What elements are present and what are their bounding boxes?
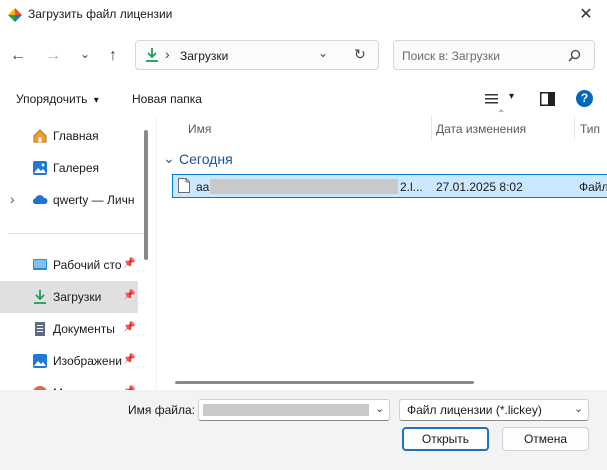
file-name-start: аа <box>196 180 210 194</box>
sidebar-item-pictures[interactable]: Изображени 📌 <box>0 345 138 377</box>
title-bar: Загрузить файл лицензии ✕ <box>0 0 607 30</box>
preview-pane-icon[interactable] <box>540 92 555 106</box>
window-title: Загрузить файл лицензии <box>28 7 173 21</box>
filename-dropdown-icon[interactable]: ⌄ <box>375 402 384 415</box>
organize-label: Упорядочить <box>16 92 88 106</box>
sidebar-item-label: Главная <box>53 129 99 143</box>
forward-button[interactable]: → <box>41 44 65 68</box>
redacted-block <box>210 179 398 194</box>
chevron-down-icon: ⌄ <box>574 403 584 415</box>
pin-icon: 📌 <box>123 258 136 269</box>
sidebar-item-desktop[interactable]: Рабочий сто 📌 <box>0 249 138 281</box>
column-separator[interactable] <box>431 116 432 140</box>
column-header-date[interactable]: Дата изменения <box>436 122 526 136</box>
sidebar-item-onedrive[interactable]: › qwerty — Личн <box>0 184 138 216</box>
pin-icon: 📌 <box>123 354 136 365</box>
pin-icon: 📌 <box>123 290 136 301</box>
search-box[interactable]: Поиск в: Загрузки <box>393 40 595 70</box>
address-dropdown-button[interactable]: ⌄ <box>318 46 328 60</box>
organize-caret-icon: ▾ <box>93 95 99 106</box>
pictures-icon <box>33 354 47 368</box>
organize-button[interactable]: Упорядочить ▾ <box>16 92 99 106</box>
scrollbar-thumb[interactable] <box>175 381 474 384</box>
redacted-block <box>203 404 369 416</box>
cancel-button[interactable]: Отмена <box>502 427 589 451</box>
sidebar-item-music[interactable]: М 📌 <box>0 377 138 390</box>
sidebar-divider <box>8 233 146 234</box>
back-button[interactable]: ← <box>6 44 30 68</box>
view-options-button[interactable]: ▾ <box>485 91 517 107</box>
sidebar-item-downloads[interactable]: Загрузки 📌 <box>0 281 138 313</box>
column-header-name[interactable]: Имя <box>188 122 211 136</box>
up-button[interactable]: ↑ <box>101 44 125 68</box>
new-folder-button[interactable]: Новая папка <box>132 92 202 106</box>
help-icon[interactable]: ? <box>576 90 593 107</box>
download-icon <box>146 48 158 62</box>
sidebar-item-label: Рабочий сто <box>53 258 122 272</box>
view-caret-icon: ▾ <box>509 91 515 102</box>
documents-icon <box>35 322 45 336</box>
onedrive-cloud-icon <box>32 195 48 204</box>
sidebar-item-label: Загрузки <box>53 290 102 304</box>
file-type-select[interactable]: Файл лицензии (*.lickey) ⌄ <box>399 399 589 421</box>
sidebar-item-label: Галерея <box>53 161 100 175</box>
file-name-end: 2.l... <box>400 180 423 194</box>
sidebar-item-documents[interactable]: Документы 📌 <box>0 313 138 345</box>
sidebar-item-label: Документы <box>53 322 115 336</box>
home-icon <box>33 129 47 143</box>
search-input[interactable]: Поиск в: Загрузки <box>402 49 500 63</box>
close-button[interactable]: ✕ <box>575 4 597 26</box>
filename-label: Имя файла: <box>128 403 195 417</box>
desktop-icon <box>33 259 47 270</box>
app-logo-icon <box>8 8 22 22</box>
filename-field[interactable]: ⌄ <box>198 399 390 421</box>
file-icon <box>178 178 190 193</box>
file-type: Файл <box>579 180 607 194</box>
sidebar-item-home[interactable]: Главная <box>0 120 138 152</box>
navigation-pane: Главная Галерея › qwerty — Личн Рабочий … <box>0 116 156 390</box>
address-bar[interactable]: › Загрузки ⌄ ↻ <box>135 40 379 70</box>
download-icon <box>34 290 46 304</box>
pin-icon: 📌 <box>123 322 136 333</box>
expand-chevron-icon[interactable]: › <box>10 191 15 207</box>
file-date: 27.01.2025 8:02 <box>436 180 523 194</box>
refresh-button[interactable]: ↻ <box>354 46 366 63</box>
sidebar-item-label: Изображени <box>53 354 122 368</box>
column-header-type[interactable]: Тип <box>580 122 600 136</box>
recent-locations-button[interactable]: ⌄ <box>73 42 97 66</box>
search-icon <box>568 49 581 62</box>
dialog-footer: Имя файла: ⌄ Файл лицензии (*.lickey) ⌄ … <box>0 390 607 470</box>
sidebar-scrollbar[interactable] <box>144 130 148 260</box>
sort-indicator-icon: ⌃ <box>497 109 506 120</box>
command-bar: Упорядочить ▾ Новая папка ▾ ? <box>0 82 607 116</box>
group-header-today[interactable]: Сегодня <box>179 151 233 167</box>
gallery-icon <box>33 161 47 175</box>
column-separator[interactable] <box>574 116 575 140</box>
table-row[interactable]: аа 2.l... 27.01.2025 8:02 Файл <box>172 174 607 198</box>
breadcrumb-folder[interactable]: Загрузки <box>180 49 228 63</box>
view-list-icon <box>485 94 498 104</box>
group-collapse-icon[interactable]: ⌄ <box>163 150 175 167</box>
sidebar-item-label: qwerty — Личн <box>53 193 135 207</box>
open-button[interactable]: Открыть <box>402 427 489 451</box>
breadcrumb-separator: › <box>165 46 170 62</box>
file-type-value: Файл лицензии (*.lickey) <box>407 403 542 417</box>
sidebar-item-gallery[interactable]: Галерея <box>0 152 138 184</box>
